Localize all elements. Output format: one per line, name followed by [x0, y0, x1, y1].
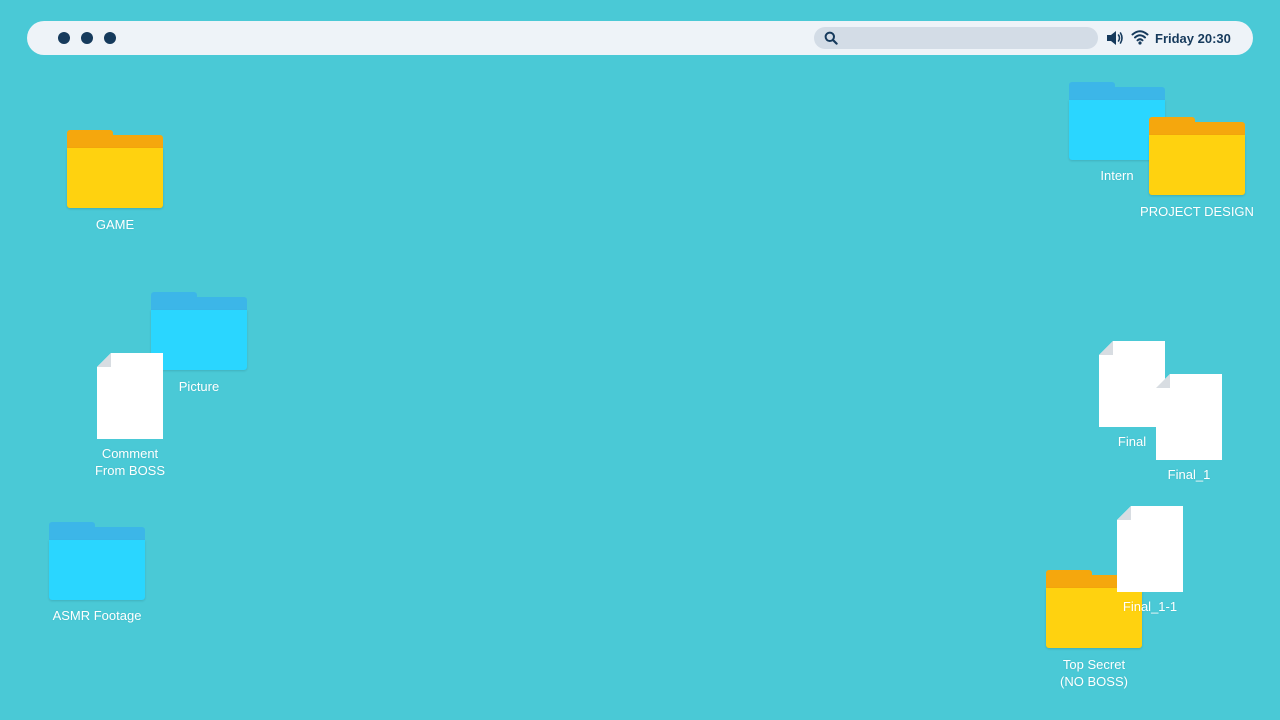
- speaker-icon[interactable]: [1106, 30, 1124, 51]
- clock[interactable]: Friday 20:30: [1155, 31, 1231, 46]
- folder-icon: [151, 292, 247, 370]
- document-icon: [97, 353, 163, 439]
- window-dot-1[interactable]: [58, 32, 70, 44]
- desktop-item-label: Top Secret (NO BOSS): [1060, 657, 1128, 689]
- search-bar[interactable]: [814, 27, 1098, 51]
- folder-icon: [49, 522, 145, 600]
- document-icon: [1156, 374, 1222, 460]
- desktop-item-label: Final_1: [1167, 467, 1211, 482]
- desktop-item-label: Picture: [178, 379, 220, 394]
- window-dot-3[interactable]: [104, 32, 116, 44]
- document-icon: [1117, 506, 1183, 592]
- desktop-document-final-1-1[interactable]: Final_1-1: [1117, 506, 1183, 616]
- search-icon: [824, 31, 838, 50]
- desktop-folder-picture[interactable]: Picture: [151, 292, 247, 396]
- desktop-folder-project-design[interactable]: PROJECT DESIGN: [1140, 117, 1254, 221]
- desktop-item-label: Comment From BOSS: [94, 446, 166, 478]
- desktop-document-final-1[interactable]: Final_1: [1156, 374, 1222, 484]
- top-menu-bar: Friday 20:30: [27, 21, 1253, 55]
- desktop-item-label: PROJECT DESIGN: [1140, 204, 1254, 219]
- desktop-folder-asmr-footage[interactable]: ASMR Footage: [49, 522, 145, 630]
- desktop-item-label: GAME: [95, 217, 135, 232]
- desktop-item-label: Final_1-1: [1122, 599, 1178, 614]
- desktop-item-label: ASMR Footage: [52, 608, 142, 623]
- desktop-document-comment-from-boss[interactable]: Comment From BOSS: [95, 353, 165, 481]
- folder-icon: [1149, 117, 1245, 195]
- folder-icon: [67, 130, 163, 208]
- wifi-icon[interactable]: [1131, 29, 1149, 50]
- window-dot-2[interactable]: [81, 32, 93, 44]
- search-input[interactable]: [844, 27, 1096, 51]
- desktop-folder-game[interactable]: GAME: [67, 130, 163, 238]
